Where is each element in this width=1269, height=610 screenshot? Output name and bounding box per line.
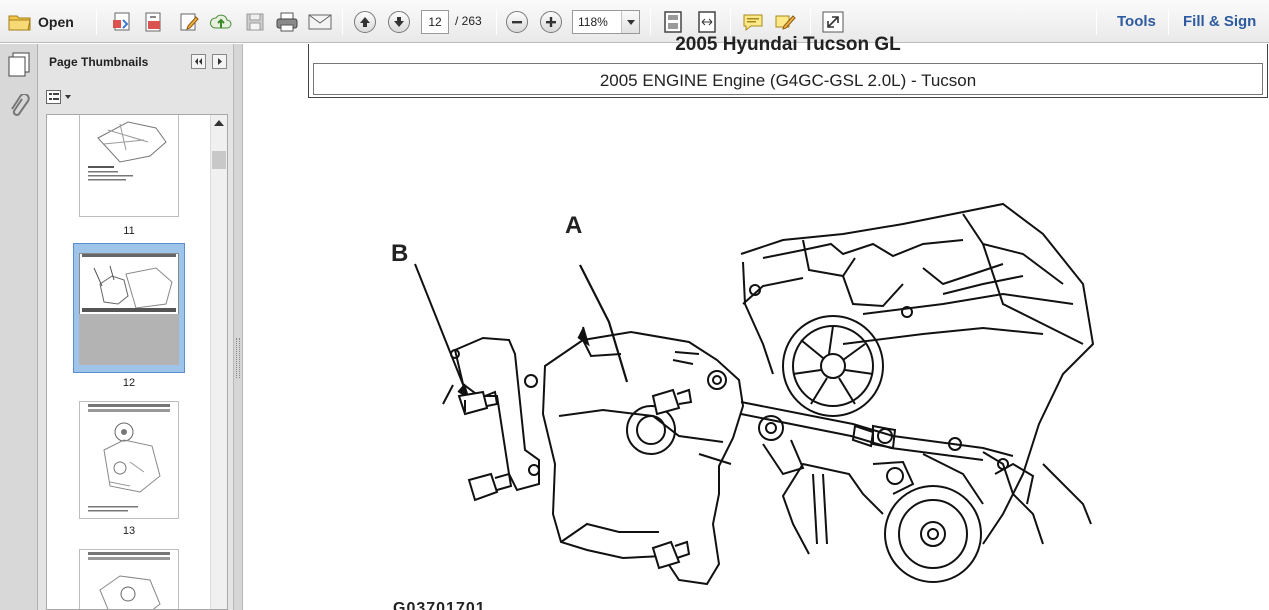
document-view[interactable]: 2005 Hyundai Tucson GL 2005 ENGINE Engin… <box>243 34 1269 610</box>
highlight-icon <box>775 14 796 30</box>
thumbnail-page[interactable] <box>79 549 179 609</box>
next-page-button[interactable] <box>388 8 410 35</box>
arrow-down-icon <box>394 16 404 27</box>
toolbar-divider <box>96 9 97 35</box>
page-thumbnails-panel: Page Thumbnails 11 12 13 <box>38 44 233 610</box>
export-pdf-button[interactable] <box>140 8 166 35</box>
bolt <box>651 540 691 570</box>
open-label: Open <box>38 13 74 30</box>
toolbar-divider <box>1096 9 1097 35</box>
thumbnail-list[interactable]: 11 12 13 <box>46 114 228 610</box>
printer-icon <box>276 12 298 31</box>
fit-width-icon <box>698 10 716 33</box>
pdf-file-icon <box>145 12 161 31</box>
toolbar-divider <box>810 9 811 35</box>
chevron-down-icon[interactable] <box>621 11 639 33</box>
comment-button[interactable] <box>740 8 766 35</box>
pages-icon <box>8 52 30 77</box>
tools-button[interactable]: Tools <box>1117 13 1156 30</box>
create-pdf-icon <box>113 12 130 30</box>
create-pdf-button[interactable] <box>108 8 134 35</box>
zoom-out-button[interactable] <box>506 8 528 35</box>
toolbar-divider <box>1168 9 1169 35</box>
fit-width-button[interactable] <box>694 8 720 35</box>
arrow-up-icon <box>360 16 370 27</box>
print-button[interactable] <box>274 8 300 35</box>
zoom-value: 118% <box>578 15 608 29</box>
toolbar-divider <box>342 9 343 35</box>
scrollbar-thumb[interactable] <box>212 151 226 169</box>
bolt <box>467 472 513 502</box>
save-button[interactable] <box>242 8 268 35</box>
panel-menu-button[interactable] <box>212 54 227 72</box>
folder-icon <box>8 15 31 30</box>
thumbnail-page[interactable] <box>79 401 179 519</box>
panel-splitter[interactable] <box>233 44 243 610</box>
toolbar-divider <box>650 9 651 35</box>
callout-label-a: A <box>565 212 583 239</box>
thumbnail-page-number: 13 <box>122 525 136 537</box>
expand-icon <box>822 11 844 32</box>
panel-title: Page Thumbnails <box>49 55 149 69</box>
double-chevron-left-icon <box>191 54 206 69</box>
collapse-panel-button[interactable] <box>191 54 206 72</box>
edit-page-icon <box>180 13 199 30</box>
panel-header: Page Thumbnails <box>38 44 233 82</box>
comment-icon <box>743 14 763 31</box>
attachments-nav-button[interactable] <box>8 93 30 123</box>
fit-page-icon <box>664 10 682 33</box>
thumbnail-scrollbar[interactable] <box>210 115 227 609</box>
expand-button[interactable] <box>820 8 846 35</box>
toolbar-divider <box>730 9 731 35</box>
fill-sign-button[interactable]: Fill & Sign <box>1183 13 1256 30</box>
chevron-right-icon <box>212 54 227 69</box>
edit-button[interactable] <box>176 8 202 35</box>
navigation-rail <box>0 44 38 610</box>
viewport-indicator[interactable] <box>79 314 179 365</box>
thumbnail-page-number: 12 <box>122 377 136 389</box>
plus-icon <box>546 16 556 27</box>
list-options-icon <box>46 90 71 104</box>
upload-button[interactable] <box>208 8 234 35</box>
zoom-select[interactable]: 118% <box>572 10 640 34</box>
thumbnail-page-number: 11 <box>123 225 135 237</box>
bolt <box>651 388 693 416</box>
cloud-upload-icon <box>209 14 232 28</box>
zoom-in-button[interactable] <box>540 8 562 35</box>
paperclip-icon <box>11 93 30 116</box>
engine-timing-cover-diagram <box>414 202 1095 586</box>
figure-caption: G03701701 <box>393 600 486 610</box>
email-button[interactable] <box>306 8 334 35</box>
page-preview <box>88 121 167 181</box>
thumbnail-options-button[interactable] <box>46 90 74 107</box>
open-button[interactable]: Open <box>8 8 74 35</box>
fit-page-button[interactable] <box>660 8 686 35</box>
page-thumbnails-nav-button[interactable] <box>7 52 31 81</box>
minus-icon <box>512 20 522 23</box>
previous-page-button[interactable] <box>354 8 376 35</box>
page-preview <box>88 552 170 609</box>
page-count: / 263 <box>455 14 482 28</box>
toolbar-divider <box>496 9 497 35</box>
scroll-up-icon[interactable] <box>214 119 224 126</box>
envelope-icon <box>308 14 332 29</box>
callout-label-b: B <box>391 240 409 267</box>
page-number-input[interactable]: 12 <box>421 10 449 34</box>
page-preview <box>88 404 170 512</box>
thumbnail-selection[interactable] <box>73 243 185 373</box>
highlight-button[interactable] <box>772 8 798 35</box>
splitter-grip <box>236 338 240 378</box>
thumbnail-page[interactable] <box>79 115 179 217</box>
save-icon <box>246 13 264 30</box>
